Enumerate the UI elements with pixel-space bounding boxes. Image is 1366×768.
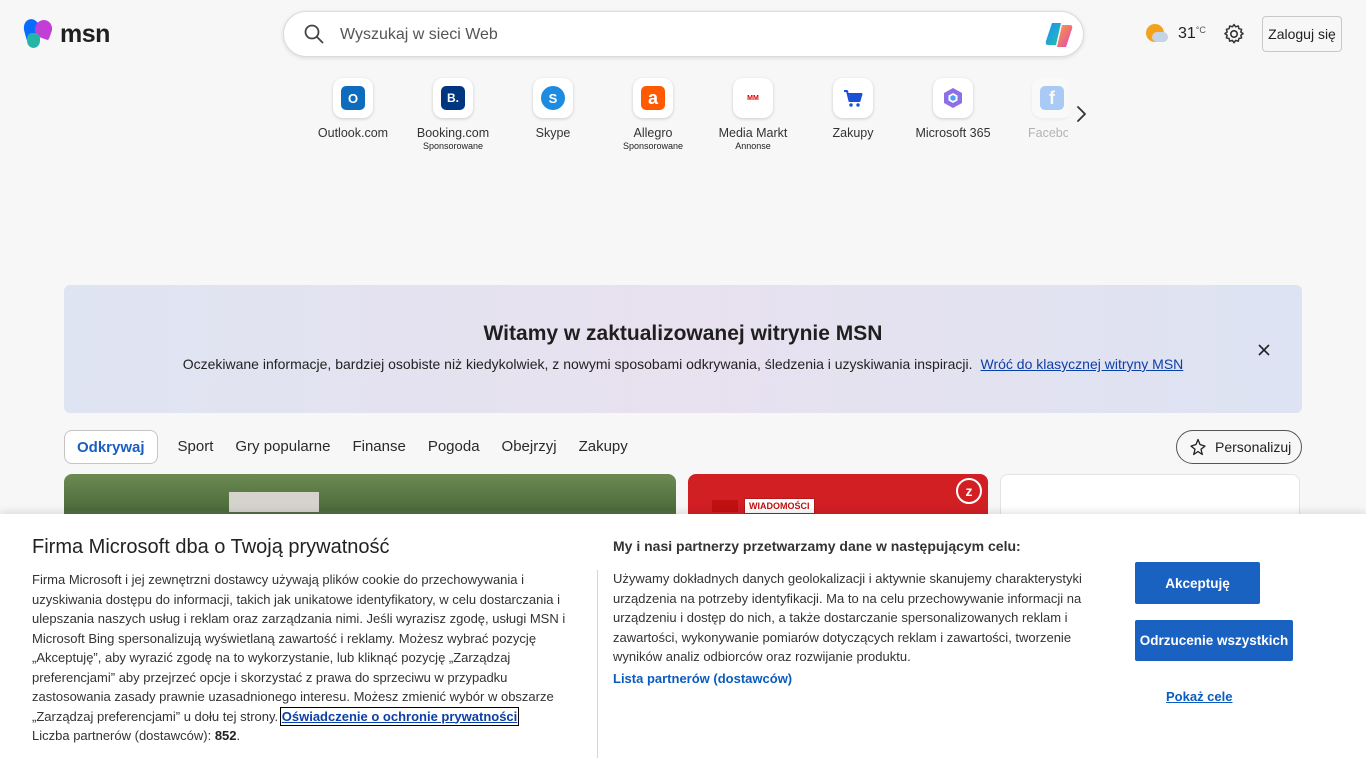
partners-count-label: Liczba partnerów (dostawców): [32, 728, 212, 743]
weather-widget[interactable]: 31°C [1144, 22, 1206, 46]
publisher-logo: z [956, 478, 982, 504]
purpose-title: My i nasi partnerzy przetwarzamy dane w … [613, 538, 1021, 554]
temperature-unit: °C [1195, 25, 1206, 35]
quick-link-booking[interactable]: B. Booking.com Sponsorowane [403, 78, 503, 152]
news-tag: WIADOMOŚCI [744, 498, 815, 514]
sponsored-label: Annonse [735, 141, 771, 151]
tab-finance[interactable]: Finanse [342, 430, 415, 464]
sparkle-icon [1190, 438, 1206, 456]
reject-all-button[interactable]: Odrzucenie wszystkich [1135, 620, 1293, 661]
tab-discover[interactable]: Odkrywaj [64, 430, 158, 464]
quick-link-label: Outlook.com [317, 126, 389, 140]
search-icon [304, 24, 324, 44]
quick-link-shopping[interactable]: Zakupy [803, 78, 903, 140]
msn-butterfly-icon [21, 17, 56, 50]
outlook-icon: O [341, 86, 365, 110]
quick-link-outlook[interactable]: O Outlook.com [303, 78, 403, 140]
sponsored-label: Sponsorowane [422, 141, 484, 151]
quick-link-label: Booking.com [416, 126, 490, 140]
quick-link-label: Microsoft 365 [915, 126, 991, 140]
tab-watch[interactable]: Obejrzyj [492, 430, 567, 464]
booking-icon: B. [441, 86, 465, 110]
cookie-consent-panel: Firma Microsoft dba o Twoją prywatność F… [0, 514, 1366, 768]
consent-body: Firma Microsoft i jej zewnętrzni dostawc… [32, 572, 566, 743]
classic-msn-link[interactable]: Wróć do klasycznej witryny MSN [981, 356, 1184, 372]
accept-button[interactable]: Akceptuję [1135, 562, 1260, 604]
logo-text: msn [60, 19, 110, 48]
tab-sport[interactable]: Sport [168, 430, 224, 464]
quick-link-label: Media Markt [718, 126, 788, 140]
msn-logo[interactable]: msn [21, 17, 110, 50]
allegro-icon: a [641, 86, 665, 110]
tab-popular-games[interactable]: Gry popularne [225, 430, 340, 464]
banner-title: Witamy w zaktualizowanej witrynie MSN [483, 322, 883, 345]
welcome-banner: Witamy w zaktualizowanej witrynie MSN Oc… [64, 285, 1302, 413]
weather-temperature: 31°C [1178, 25, 1206, 42]
quick-link-allegro[interactable]: a Allegro Sponsorowane [603, 78, 703, 152]
search-box[interactable] [283, 11, 1084, 57]
partly-sunny-icon [1144, 22, 1168, 46]
consent-title: Firma Microsoft dba o Twoją prywatność [32, 536, 390, 558]
personalize-button[interactable]: Personalizuj [1176, 430, 1302, 464]
copilot-icon[interactable] [1043, 19, 1075, 51]
personalize-label: Personalizuj [1215, 439, 1292, 455]
partners-list-link[interactable]: Lista partnerów (dostawców) [613, 671, 792, 686]
quick-link-label: Facebook [1028, 126, 1068, 140]
purpose-text: Używamy dokładnych danych geolokalizacji… [613, 571, 1082, 664]
quick-link-microsoft-365[interactable]: Microsoft 365 [903, 78, 1003, 140]
skype-icon: S [541, 86, 565, 110]
tab-weather[interactable]: Pogoda [418, 430, 490, 464]
shopping-cart-icon [844, 90, 863, 107]
tab-shopping[interactable]: Zakupy [569, 430, 638, 464]
quick-links-next-button[interactable] [1068, 100, 1094, 128]
chevron-right-icon [1077, 106, 1086, 122]
quick-link-media-markt[interactable]: MM Media Markt Annonse [703, 78, 803, 152]
facebook-icon: f [1040, 86, 1064, 110]
quick-link-label: Zakupy [832, 126, 874, 140]
quick-link-label: Skype [535, 126, 571, 140]
quick-link-skype[interactable]: S Skype [503, 78, 603, 140]
signin-button[interactable]: Zaloguj się [1262, 16, 1342, 52]
search-input[interactable] [340, 22, 1020, 48]
biznes-info-logo [712, 500, 738, 512]
microsoft-365-icon [944, 88, 962, 108]
partners-count: 852 [214, 728, 237, 743]
feed-tabs: Odkrywaj Sport Gry popularne Finanse Pog… [64, 430, 640, 464]
divider [597, 570, 598, 758]
banner-text: Oczekiwane informacje, bardziej osobiste… [182, 356, 1184, 372]
media-markt-icon: MM [741, 86, 765, 110]
quick-link-facebook[interactable]: f Facebook [1002, 78, 1068, 140]
gear-icon[interactable] [1222, 22, 1246, 46]
close-icon[interactable] [1256, 342, 1272, 358]
privacy-statement-link[interactable]: Oświadczenie o ochronie prywatności [279, 706, 520, 726]
quick-link-label: Allegro [633, 126, 673, 140]
show-purposes-link[interactable]: Pokaż cele [1166, 689, 1233, 704]
sponsored-label: Sponsorowane [622, 141, 684, 151]
